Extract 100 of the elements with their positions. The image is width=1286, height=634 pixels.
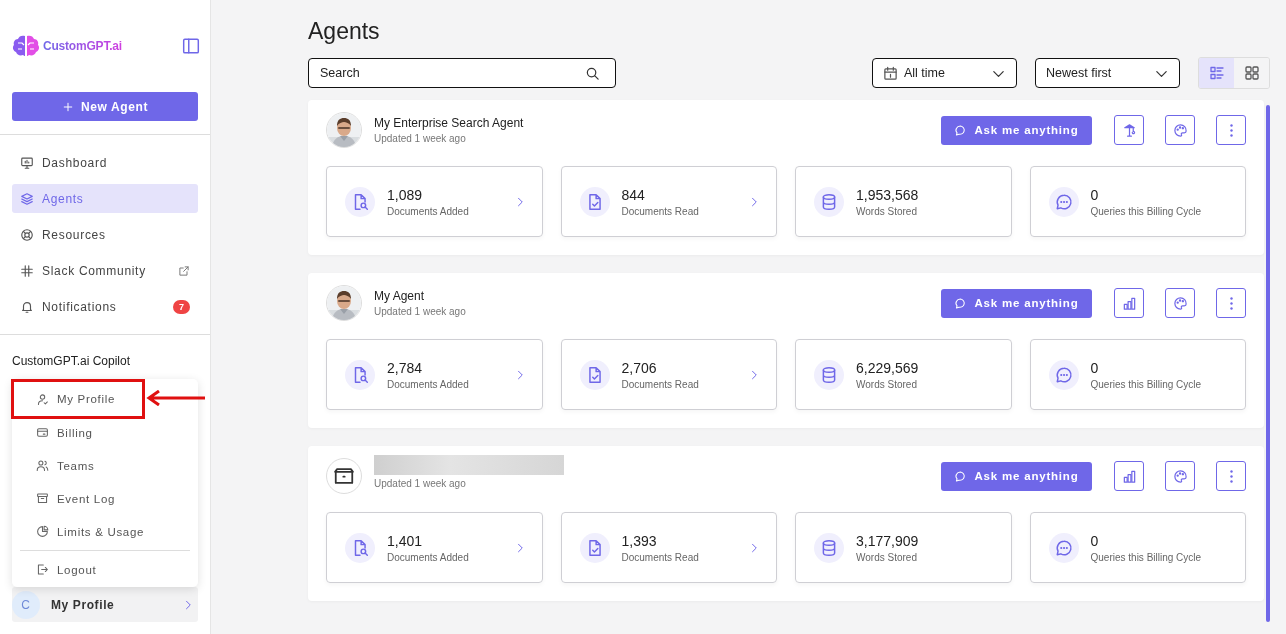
stat-label: Queries this Billing Cycle [1090,378,1203,390]
bar-chart-icon [1121,295,1137,311]
updated-time: Updated 1 week ago [374,133,467,144]
view-toggle-button[interactable] [1199,58,1234,88]
chat-bubble-icon [1054,365,1073,384]
nav-item[interactable]: Notifications 7 [12,292,198,321]
crane-icon [1121,122,1137,138]
stat-label: Queries this Billing Cycle [1090,205,1203,217]
search-icon [585,66,600,81]
person-icon [36,392,49,406]
stat-label: Documents Added [387,205,470,217]
menu-item[interactable]: Billing [12,416,198,449]
layers-icon [20,191,34,206]
action-button[interactable] [1114,461,1144,491]
more-icon [1229,296,1233,310]
updated-time: Updated 1 week ago [374,306,467,317]
nav-label: Notifications [42,299,118,314]
theme-button[interactable] [1165,461,1195,491]
stat-label: Words Stored [856,378,918,390]
stat-value: 3,177,909 [856,532,920,549]
theme-button[interactable] [1165,115,1195,145]
updated-time: Updated 1 week ago [374,478,467,489]
ask-button[interactable]: Ask me anything [941,288,1092,318]
profile-label: My Profile [51,597,116,612]
nav-label: Agents [42,191,85,206]
date-filter-dropdown[interactable]: All time [872,58,1017,88]
archive-icon [36,492,49,505]
stat-label: Words Stored [856,205,918,217]
list-view-icon [1208,65,1225,81]
menu-label: My Profile [57,393,116,405]
calendar-icon [883,65,898,81]
more-button[interactable] [1216,461,1246,491]
profile-button[interactable]: C My Profile [12,587,198,622]
stat-label: Documents Read [621,378,700,390]
chat-bubble-icon [1054,538,1073,557]
chat-icon [954,469,968,483]
more-icon [1229,469,1233,483]
nav-item[interactable]: Resources [12,220,198,249]
pie-chart-icon [36,525,49,538]
stat-value: 1,393 [621,532,658,549]
stat-label: Queries this Billing Cycle [1090,551,1203,563]
stat-card[interactable]: 1,089 Documents Added [326,166,543,237]
stat-value: 2,784 [387,359,424,376]
ask-button[interactable]: Ask me anything [941,115,1092,145]
stat-value: 2,706 [621,359,658,376]
page-title: Agents [308,17,381,46]
lifebuoy-icon [20,227,34,242]
stat-value: 0 [1090,186,1100,203]
stat-card[interactable]: 2,784 Documents Added [326,339,543,410]
stat-value: 1,953,568 [856,186,920,203]
nav-item[interactable]: Agents [12,184,198,213]
menu-item[interactable]: Teams [12,449,198,482]
new-agent-button[interactable]: New Agent [12,92,198,121]
agent-name: My Agent [374,289,426,303]
action-button[interactable] [1114,115,1144,145]
stat-label: Documents Read [621,551,700,563]
stat-card[interactable]: 1,393 Documents Read [560,512,777,583]
avatar-initial: C [12,590,40,619]
stat-label: Words Stored [856,551,918,563]
stat-card[interactable]: 2,706 Documents Read [560,339,777,410]
nav-label: Dashboard [42,155,108,170]
menu-item[interactable]: Logout [12,549,198,586]
chat-icon [954,123,968,137]
menu-item[interactable]: Event Log [12,482,198,515]
nav-item[interactable]: Slack Community [12,256,198,285]
menu-label: Teams [57,459,95,472]
chat-icon [954,296,968,310]
more-button[interactable] [1216,115,1246,145]
palette-icon [1172,122,1188,138]
action-button[interactable] [1114,288,1144,318]
palette-icon [1172,468,1188,484]
plus-icon [62,100,74,113]
bar-chart-icon [1121,468,1137,484]
sort-dropdown[interactable]: Newest first [1035,58,1180,88]
stat-label: Documents Added [387,551,470,563]
menu-item[interactable]: Limits & Usage [12,515,198,548]
menu-label: Logout [57,563,97,576]
theme-button[interactable] [1165,288,1195,318]
monitor-icon [20,155,34,170]
box-icon [333,465,355,487]
nav-label: Slack Community [42,263,147,278]
stat-card[interactable]: 1,401 Documents Added [326,512,543,583]
menu-label: Limits & Usage [57,525,145,538]
stat-card[interactable]: 844 Documents Read [560,166,777,237]
ask-button[interactable]: Ask me anything [941,461,1092,491]
stat-value: 1,401 [387,532,424,549]
nav-label: Resources [42,227,107,242]
stat-value: 0 [1090,532,1100,549]
menu-label: Event Log [57,492,116,505]
notification-badge: 7 [173,299,190,314]
grid-view-icon [1243,65,1260,81]
external-link-icon [178,264,190,277]
database-icon [820,365,838,384]
nav-item[interactable]: Dashboard [12,148,198,177]
menu-item[interactable]: My Profile [13,381,143,417]
logout-icon [36,563,49,576]
more-button[interactable] [1216,288,1246,318]
search-field[interactable]: Search [308,58,616,88]
stat-label: Documents Read [621,205,700,217]
stat-value: 1,089 [387,186,424,203]
